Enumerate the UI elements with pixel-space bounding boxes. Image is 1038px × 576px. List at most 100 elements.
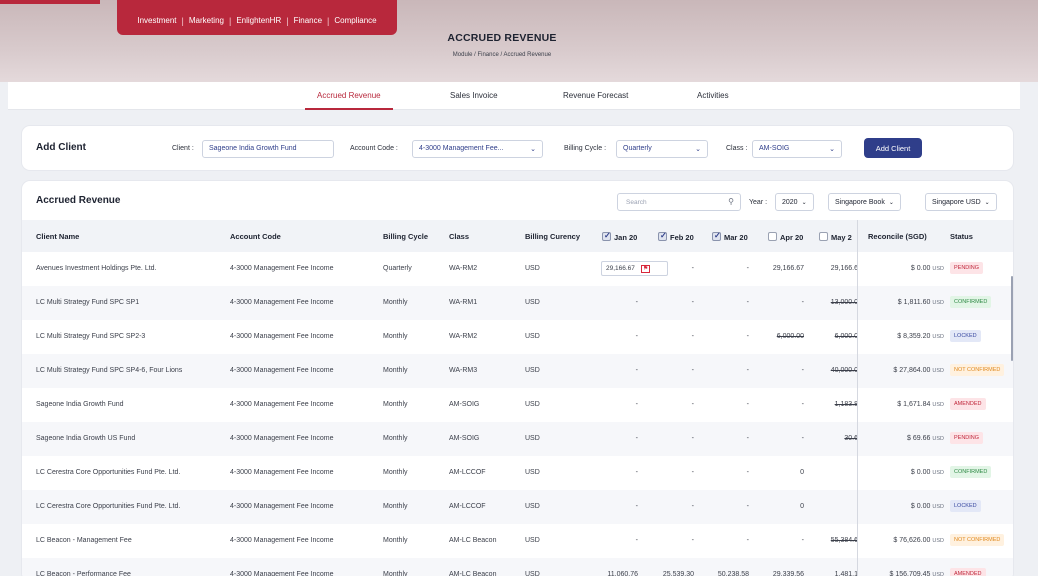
cell-jan: - bbox=[635, 401, 638, 408]
cell-billing-currency: USD bbox=[525, 299, 540, 306]
feb-checkbox[interactable] bbox=[658, 231, 667, 241]
module-finance[interactable]: Finance bbox=[289, 16, 327, 25]
col-may[interactable]: May 2 bbox=[819, 232, 852, 242]
search-input[interactable]: Search ⚲ bbox=[617, 193, 741, 211]
reconcile-amount: $ 69.66 bbox=[907, 435, 931, 442]
search-icon: ⚲ bbox=[728, 197, 734, 206]
apr-checkbox[interactable] bbox=[768, 232, 777, 241]
book-select[interactable]: Singapore Book ⌄ bbox=[828, 193, 901, 211]
module-enlightenhr[interactable]: EnlightenHR bbox=[231, 16, 286, 25]
col-jan[interactable]: Jan 20 bbox=[602, 231, 637, 242]
cell-mar: - bbox=[746, 299, 749, 306]
add-client-button[interactable]: Add Client bbox=[864, 138, 922, 158]
cell-billing-currency: USD bbox=[525, 537, 540, 544]
year-select[interactable]: 2020 ⌄ bbox=[775, 193, 814, 211]
cell-class: WA-RM3 bbox=[449, 367, 478, 374]
cell-feb: - bbox=[691, 503, 694, 510]
reconcile-currency: USD bbox=[932, 402, 944, 408]
cell-reconcile: $ 1,671.84 USD bbox=[848, 401, 944, 408]
col-feb-label: Feb 20 bbox=[670, 233, 694, 242]
account-code-select[interactable]: 4-3000 Management Fee... ⌄ bbox=[412, 140, 543, 158]
mar-checkbox[interactable] bbox=[712, 231, 721, 241]
table-row[interactable]: LC Multi Strategy Fund SPC SP2-3 4-3000 M… bbox=[22, 320, 1013, 354]
cell-feb: - bbox=[691, 435, 694, 442]
jan-checkbox[interactable] bbox=[602, 231, 611, 241]
col-client-name[interactable]: Client Name bbox=[36, 232, 79, 241]
cell-billing-currency: USD bbox=[525, 571, 540, 576]
cell-billing-cycle: Monthly bbox=[383, 401, 408, 408]
cell-account-code: 4-3000 Management Fee Income bbox=[230, 469, 334, 476]
col-mar[interactable]: Mar 20 bbox=[712, 231, 748, 242]
status-badge: LOCKED bbox=[950, 500, 981, 512]
reconcile-currency: USD bbox=[932, 300, 944, 306]
cell-feb: - bbox=[691, 367, 694, 374]
billing-cycle-select[interactable]: Quarterly ⌄ bbox=[616, 140, 708, 158]
table-row[interactable]: LC Multi Strategy Fund SPC SP4-6, Four L… bbox=[22, 354, 1013, 388]
cell-client-name: Avenues Investment Holdings Pte. Ltd. bbox=[36, 265, 157, 272]
table-row[interactable]: LC Beacon - Management Fee 4-3000 Managem… bbox=[22, 524, 1013, 558]
cell-mar: - bbox=[746, 401, 749, 408]
module-marketing[interactable]: Marketing bbox=[184, 16, 229, 25]
status-badge: LOCKED bbox=[950, 330, 981, 342]
col-billing-cycle[interactable]: Billing Cycle bbox=[383, 232, 428, 241]
reconcile-amount: $ 8,359.20 bbox=[897, 333, 931, 340]
tab-sales-invoice[interactable]: Sales Invoice bbox=[450, 91, 498, 100]
cell-apr: - bbox=[801, 401, 804, 408]
cell-apr: 6,000.00 bbox=[776, 333, 804, 340]
year-label: Year : bbox=[749, 199, 768, 206]
status-badge: AMENDED bbox=[950, 398, 986, 410]
col-status[interactable]: Status bbox=[950, 232, 973, 241]
cell-billing-currency: USD bbox=[525, 435, 540, 442]
table-row[interactable]: LC Beacon - Performance Fee 4-3000 Manage… bbox=[22, 558, 1013, 576]
reconcile-amount: $ 0.00 bbox=[910, 469, 931, 476]
cell-apr: - bbox=[801, 367, 804, 374]
tab-accrued-revenue[interactable]: Accrued Revenue bbox=[305, 91, 393, 110]
table-row[interactable]: Avenues Investment Holdings Pte. Ltd. 4-3… bbox=[22, 252, 1013, 286]
col-billing-currency[interactable]: Billing Curency bbox=[525, 232, 580, 241]
currency-select[interactable]: Singapore USD ⌄ bbox=[925, 193, 997, 211]
cell-reconcile: $ 8,359.20 USD bbox=[848, 333, 944, 340]
billing-cycle-label: Billing Cycle : bbox=[564, 145, 607, 152]
cell-billing-cycle: Monthly bbox=[383, 469, 408, 476]
vertical-scrollbar[interactable] bbox=[1011, 276, 1013, 361]
cell-apr: 0 bbox=[800, 503, 804, 510]
cell-jan: - bbox=[635, 435, 638, 442]
chevron-down-icon: ⌄ bbox=[801, 200, 807, 206]
table-row[interactable]: Sageone India Growth US Fund 4-3000 Manag… bbox=[22, 422, 1013, 456]
module-compliance[interactable]: Compliance bbox=[329, 16, 381, 25]
cell-billing-currency: USD bbox=[525, 401, 540, 408]
cell-feb: - bbox=[691, 299, 694, 306]
reconcile-currency: USD bbox=[932, 334, 944, 340]
table-row[interactable]: LC Cerestra Core Opportunities Fund Pte.… bbox=[22, 456, 1013, 490]
cell-client-name: LC Beacon - Performance Fee bbox=[36, 571, 131, 576]
cell-billing-cycle: Monthly bbox=[383, 435, 408, 442]
tab-revenue-forecast[interactable]: Revenue Forecast bbox=[563, 91, 628, 100]
col-reconcile[interactable]: Reconcile (SGD) bbox=[868, 232, 927, 241]
table-row[interactable]: Sageone India Growth Fund 4-3000 Manageme… bbox=[22, 388, 1013, 422]
col-apr[interactable]: Apr 20 bbox=[768, 232, 803, 242]
col-class[interactable]: Class bbox=[449, 232, 469, 241]
class-select[interactable]: AM-SOIG ⌄ bbox=[752, 140, 842, 158]
reconcile-amount: $ 156,709.45 bbox=[889, 571, 931, 576]
tab-activities[interactable]: Activities bbox=[697, 91, 729, 100]
table-row[interactable]: LC Multi Strategy Fund SPC SP1 4-3000 Man… bbox=[22, 286, 1013, 320]
currency-value: Singapore USD bbox=[932, 199, 981, 206]
col-account-code[interactable]: Account Code bbox=[230, 232, 281, 241]
cell-class: WA-RM1 bbox=[449, 299, 478, 306]
cell-reconcile: $ 69.66 USD bbox=[848, 435, 944, 442]
year-value: 2020 bbox=[782, 199, 798, 206]
cell-class: WA-RM2 bbox=[449, 265, 478, 272]
module-investment[interactable]: Investment bbox=[132, 16, 181, 25]
chevron-down-icon: ⌄ bbox=[888, 200, 894, 206]
status-badge: CONFIRMED bbox=[950, 466, 992, 478]
cell-billing-cycle: Monthly bbox=[383, 367, 408, 374]
cell-jan: - bbox=[635, 299, 638, 306]
cell-billing-currency: USD bbox=[525, 333, 540, 340]
table-row[interactable]: LC Cerestra Core Opportunities Fund Pte.… bbox=[22, 490, 1013, 524]
status-badge: PENDING bbox=[950, 432, 984, 444]
client-label: Client : bbox=[172, 145, 194, 152]
may-checkbox[interactable] bbox=[819, 232, 828, 241]
cell-feb: - bbox=[691, 333, 694, 340]
client-input[interactable]: Sageone India Growth Fund bbox=[202, 140, 334, 158]
col-feb[interactable]: Feb 20 bbox=[658, 231, 694, 242]
